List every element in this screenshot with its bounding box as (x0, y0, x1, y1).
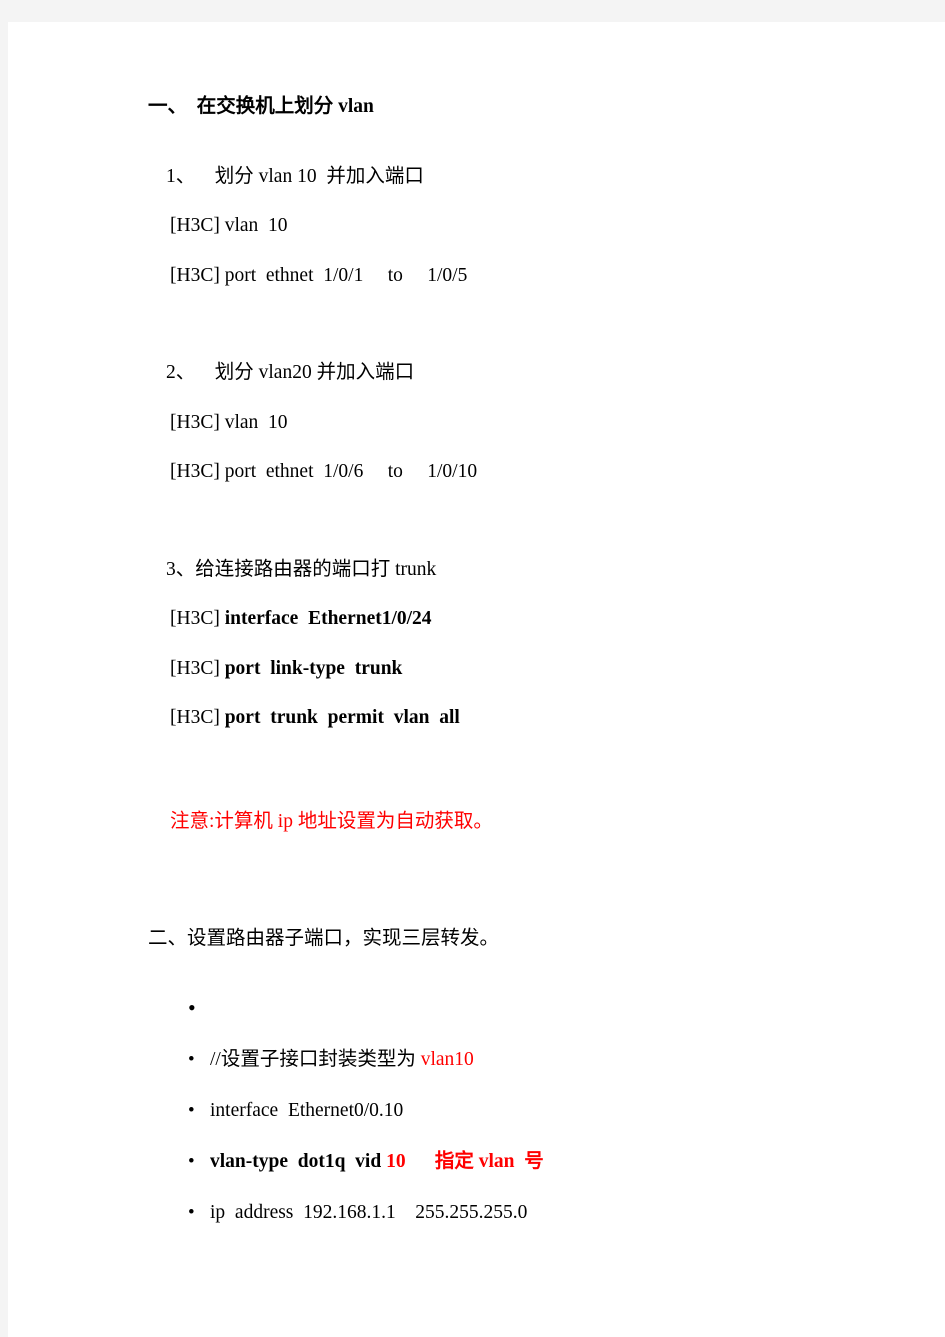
section1-item-2-label: 2、 划分 vlan20 并加入端口 (166, 362, 415, 383)
command-line-port-link-type-trunk: [H3C] port link-type trunk (170, 657, 888, 679)
list-item: vlan-type dot1q vid 10 指定 vlan 号 (148, 1150, 888, 1172)
h3c-prompt: [H3C] (170, 461, 220, 482)
bullet-text: //设置子接口封装类型为 (210, 1048, 421, 1070)
command-text: port link-type trunk (219, 657, 403, 679)
list-item: //设置子接口封装类型为 vlan10 (148, 1048, 888, 1070)
document-body: 一、 在交换机上划分 vlan 1、 划分 vlan 10 并加入端口 [H3C… (148, 97, 888, 1254)
command-line-vlan20: [H3C] vlan 10 (170, 411, 888, 433)
router-subinterface-list: //设置子接口封装类型为 vlan10 interface Ethernet0/… (148, 997, 888, 1223)
command-text: port ethnet 1/0/6 to 1/0/10 (219, 461, 478, 482)
list-item (148, 997, 888, 1019)
h3c-prompt: [H3C] (170, 264, 220, 286)
section-heading-1: 一、 在交换机上划分 vlan (148, 96, 374, 117)
command-line-vlan10: [H3C] vlan 10 (170, 216, 888, 236)
command-line-port-1-0-1: [H3C] port ethnet 1/0/1 to 1/0/5 (170, 264, 888, 286)
bullet-text: ip address 192.168.1.1 255.255.255.0 (210, 1201, 528, 1223)
command-text: vlan 10 (219, 215, 288, 236)
command-line-interface-eth1-0-24: [H3C] interface Ethernet1/0/24 (170, 609, 888, 629)
document-page: 一、 在交换机上划分 vlan 1、 划分 vlan 10 并加入端口 [H3C… (8, 22, 945, 1337)
attention-note: 注意:计算机 ip 地址设置为自动获取。 (170, 810, 493, 832)
h3c-prompt: [H3C] (170, 215, 220, 236)
h3c-prompt: [H3C] (170, 608, 220, 629)
command-text: interface Ethernet1/0/24 (219, 608, 432, 629)
section1-item-3-label: 3、给连接路由器的端口打 trunk (166, 558, 437, 580)
list-item: ip address 192.168.1.1 255.255.255.0 (148, 1201, 888, 1223)
command-text: port trunk permit vlan all (219, 707, 460, 728)
section1-item-1-label: 1、 划分 vlan 10 并加入端口 (166, 165, 424, 187)
bullet-text-red: vlan10 (420, 1048, 474, 1070)
h3c-prompt: [H3C] (170, 411, 220, 433)
command-text: vlan 10 (219, 411, 288, 433)
command-line-port-trunk-permit-vlan-all: [H3C] port trunk permit vlan all (170, 708, 888, 728)
list-item: interface Ethernet0/0.10 (148, 1099, 888, 1121)
section-heading-2: 二、设置路由器子端口，实现三层转发。 (148, 928, 500, 949)
command-line-port-1-0-6: [H3C] port ethnet 1/0/6 to 1/0/10 (170, 462, 888, 482)
h3c-prompt: [H3C] (170, 657, 220, 679)
bullet-text-post: 指定 vlan 号 (405, 1150, 544, 1172)
bullet-text-red: 10 (386, 1150, 406, 1172)
bullet-text: interface Ethernet0/0.10 (210, 1099, 404, 1121)
bullet-text: vlan-type dot1q vid (210, 1150, 387, 1172)
h3c-prompt: [H3C] (170, 707, 220, 728)
command-text: port ethnet 1/0/1 to 1/0/5 (219, 264, 468, 286)
